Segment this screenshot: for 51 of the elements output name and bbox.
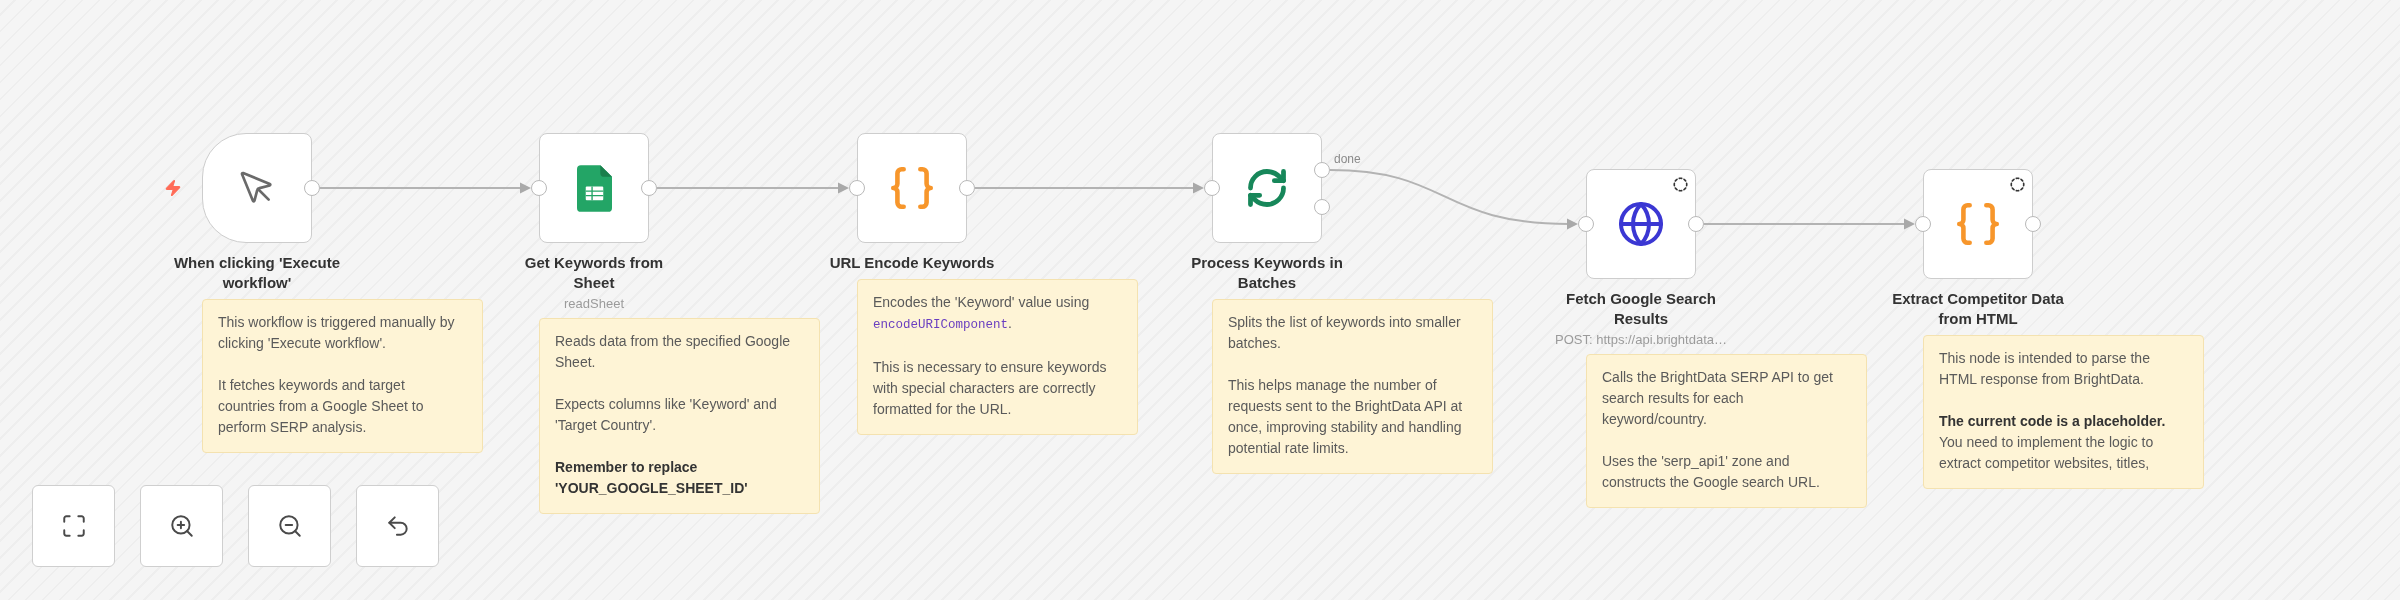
note-text: Remember to replace 'YOUR_GOOGLE_SHEET_ID' [555,458,749,498]
workflow-node[interactable] [1586,169,1696,279]
connection-handle[interactable] [1688,216,1704,232]
note-text: Expects columns like 'Keyword' and 'Target Country'. [555,395,778,435]
note-text: The current code is a placeholder. You need to implement the logic to extract competitor websites, titles, [1939,412,2167,473]
node-label: Fetch Google Search Results [1564,289,1717,329]
zoom-in-icon [168,513,195,539]
note-text: Uses the 'serp_api1' zone and constructs the Google search URL. [1602,452,1821,492]
workflow-node[interactable] [857,133,967,243]
zoom-out-button[interactable] [248,485,331,567]
connection-handle[interactable] [1578,216,1594,232]
workflow-node[interactable] [1212,133,1322,243]
note-text: Reads data from the specified Google Sheet. [555,332,792,372]
connection-handle[interactable] [959,180,975,196]
note-text: This is necessary to ensure keywords with special characters are correctly formatted for the URL. [873,358,1108,419]
workflow-node[interactable] [1923,169,2033,279]
corners-icon [60,513,87,539]
note-text: It fetches keywords and target countries from a Google Sheet to perform SERP analysis. [218,376,425,437]
connection-handle[interactable] [641,180,657,196]
node-label: Get Keywords from Sheet [523,253,665,293]
connection-handle[interactable] [1314,162,1330,178]
node-subtitle: POST: https://api.brightdata… [1555,331,1727,348]
node-label: Process Keywords in Batches [1190,253,1344,293]
reset-zoom-button[interactable] [356,485,439,567]
note-text: This helps manage the number of requests sent to the BrightData API at once, improving stability and handling potential rate limits. [1228,376,1464,458]
connection-handle[interactable] [531,180,547,196]
lightning-icon [164,179,182,197]
note-text: Splits the list of keywords into smaller batches. [1228,313,1462,353]
spreadsheet-icon [576,164,612,212]
connection-handle[interactable] [1204,180,1220,196]
note-text: This workflow is triggered manually by clicking 'Execute workflow'. [218,313,456,353]
workflow-node[interactable] [202,133,312,243]
connection-handle[interactable] [1915,216,1931,232]
zoom-out-icon [276,513,303,539]
node-label: When clicking 'Execute workflow' [172,253,342,293]
workflow-node[interactable] [539,133,649,243]
note-text: Encodes the 'Keyword' value using encodeURIComponent. [873,293,1091,334]
output-label: done [1334,152,1361,166]
globe-icon [1617,200,1665,248]
connection-handle[interactable] [304,180,320,196]
connection-handle[interactable] [2025,216,2041,232]
refresh-icon [1245,166,1289,210]
zoom-in-button[interactable] [140,485,223,567]
note-text: This node is intended to parse the HTML response from BrightData. [1939,349,2151,389]
node-label: Extract Competitor Data from HTML [1891,289,2065,329]
node-label: URL Encode Keywords [829,253,995,273]
node-subtitle: readSheet [564,295,624,312]
fit-view-button[interactable] [32,485,115,567]
note-text: Calls the BrightData SERP API to get search results for each keyword/country. [1602,368,1834,429]
connection-handle[interactable] [1314,199,1330,215]
connection-handle[interactable] [849,180,865,196]
